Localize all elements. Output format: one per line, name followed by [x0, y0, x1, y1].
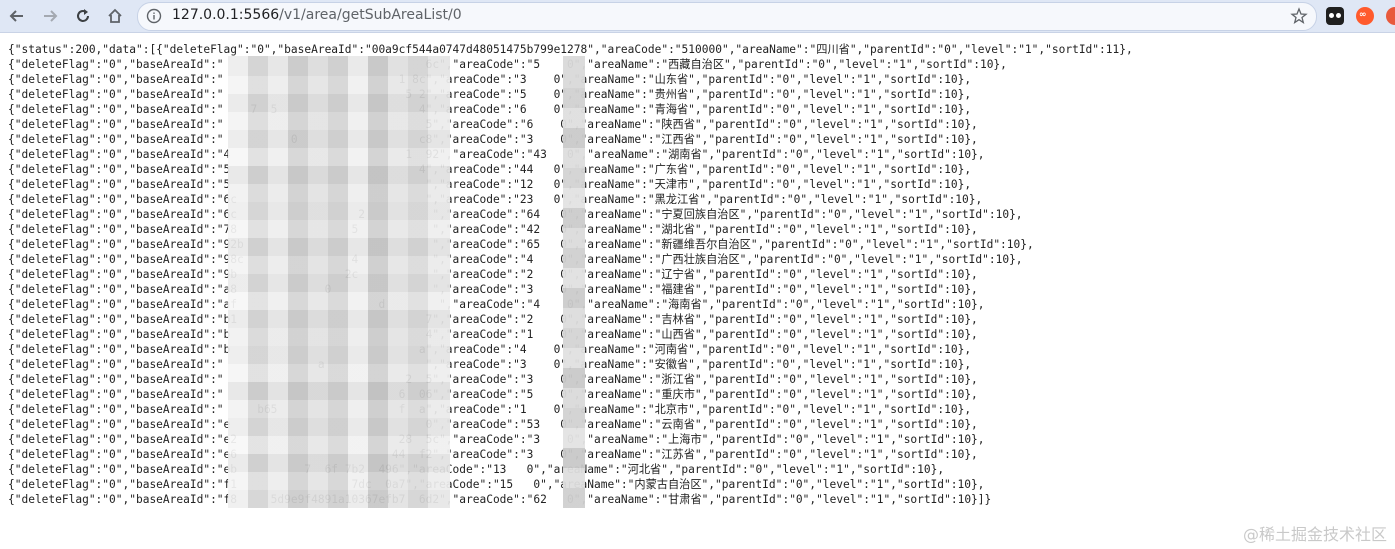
bookmark-star-icon[interactable] [1290, 7, 1308, 25]
json-line: {"deleteFlag":"0","baseAreaId":" 5","are… [8, 118, 978, 131]
json-line: {"deleteFlag":"0","baseAreaId":" 1 8c","… [8, 73, 972, 86]
reload-button[interactable] [70, 3, 96, 29]
reload-icon [77, 9, 89, 22]
json-line: {"deleteFlag":"0","baseAreaId":"b 4","ar… [8, 328, 978, 341]
redaction-mosaic [563, 56, 585, 508]
home-icon [108, 8, 122, 23]
json-line: {"deleteFlag":"0","baseAreaId":" 0 c8","… [8, 133, 978, 146]
json-line: {"deleteFlag":"0","baseAreaId":"6c ","ar… [8, 193, 983, 206]
url-path: /v1/area/getSubAreaList/0 [279, 7, 462, 23]
json-line: {"deleteFlag":"0","baseAreaId":"5 ","are… [8, 178, 972, 191]
json-line: {"deleteFlag":"0","baseAreaId":"f8 5d9e9… [8, 493, 992, 506]
json-line: {"deleteFlag":"0","baseAreaId":"5 4","ar… [8, 163, 972, 176]
json-line: {"deleteFlag":"0","baseAreaId":"af d ","… [8, 298, 985, 311]
browser-toolbar: 127.0.0.1:5566/v1/area/getSubAreaList/0 … [0, 0, 1395, 33]
url-host: 127.0.0.1:5566 [172, 7, 280, 23]
back-arrow-icon [9, 10, 23, 22]
site-info-icon[interactable] [146, 8, 162, 24]
json-line: {"deleteFlag":"0","baseAreaId":" b65 f a… [8, 403, 972, 416]
home-button[interactable] [102, 3, 128, 29]
json-line: {"deleteFlag":"0","baseAreaId":"4 1 92",… [8, 148, 985, 161]
json-line: {"deleteFlag":"0","baseAreaId":" 5 2","a… [8, 88, 972, 101]
json-line: {"deleteFlag":"0","baseAreaId":" 6c","ar… [8, 58, 1007, 71]
json-line: {"deleteFlag":"0","baseAreaId":"a8 0 ","… [8, 283, 978, 296]
json-response: {"status":200,"data":[{"deleteFlag":"0",… [8, 42, 1388, 507]
json-line: {"deleteFlag":"0","baseAreaId":"6c 2 ","… [8, 208, 1023, 221]
json-line: {"deleteFlag":"0","baseAreaId":"e2 28 5c… [8, 433, 985, 446]
extension-icon[interactable]: ∞ [1356, 7, 1374, 25]
watermark: @稀土掘金技术社区 [1242, 525, 1387, 544]
json-line: {"deleteFlag":"0","baseAreaId":"b1 7","a… [8, 313, 978, 326]
json-line: {"deleteFlag":"0","baseAreaId":" 6 06","… [8, 388, 978, 401]
redaction-mosaic [228, 56, 450, 508]
json-line: {"deleteFlag":"0","baseAreaId":"98c 4 ",… [8, 253, 1023, 266]
address-bar[interactable]: 127.0.0.1:5566/v1/area/getSubAreaList/0 [137, 2, 1317, 31]
json-line: {"deleteFlag":"0","baseAreaId":" a ","ar… [8, 358, 972, 371]
url-text[interactable]: 127.0.0.1:5566/v1/area/getSubAreaList/0 [172, 7, 462, 23]
json-line: {"deleteFlag":"0","baseAreaId":"78 5 ","… [8, 223, 978, 236]
forward-arrow-icon [44, 10, 58, 22]
json-line: {"deleteFlag":"0","baseAreaId":"9b 2c ",… [8, 268, 978, 281]
json-line: {"deleteFlag":"0","baseAreaId":" 7 5 4",… [8, 103, 972, 116]
json-line: {"deleteFlag":"0","baseAreaId":"92b ","a… [8, 238, 1034, 251]
json-line: {"deleteFlag":"0","baseAreaId":"b a","ar… [8, 343, 972, 356]
forward-button[interactable] [37, 3, 63, 29]
extension-icon[interactable] [1326, 7, 1344, 25]
json-line: {"deleteFlag":"0","baseAreaId":"f1 7dc 0… [8, 478, 985, 491]
json-line: {"deleteFlag":"0","baseAreaId":"eb 7 6f … [8, 463, 945, 476]
json-line: {"status":200,"data":[{"deleteFlag":"0",… [8, 43, 1133, 56]
extension-icon[interactable] [1386, 7, 1395, 25]
json-line: {"deleteFlag":"0","baseAreaId":"e6 44 f2… [8, 448, 978, 461]
json-line: {"deleteFlag":"0","baseAreaId":"e 0","ar… [8, 418, 978, 431]
back-button[interactable] [4, 3, 30, 29]
json-line: {"deleteFlag":"0","baseAreaId":" 2 5","a… [8, 373, 978, 386]
